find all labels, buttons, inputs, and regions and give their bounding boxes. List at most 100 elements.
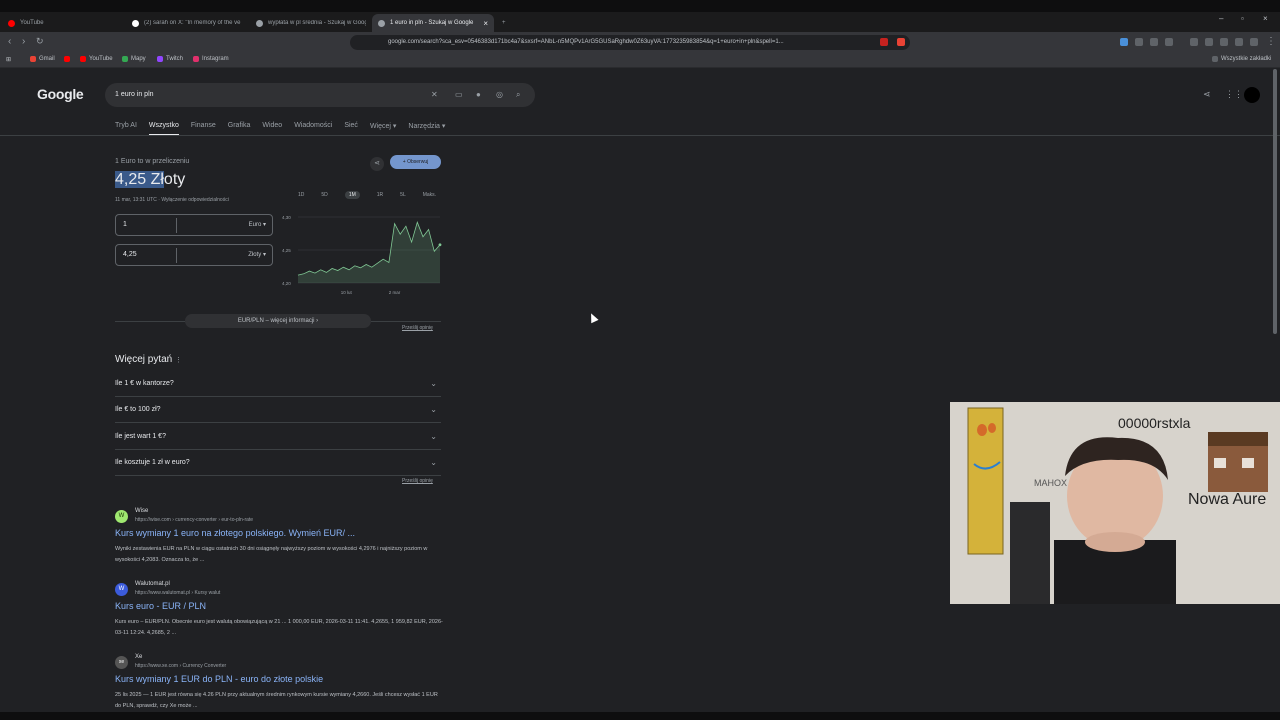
result-title[interactable]: Kurs euro - EUR / PLN	[115, 601, 206, 611]
bookmark-youtube-icon[interactable]	[64, 56, 73, 62]
range-5l[interactable]: 5L	[400, 192, 406, 199]
extension-icon[interactable]	[1235, 38, 1243, 46]
window-bottom-edge	[0, 712, 1280, 720]
result-title[interactable]: Kurs wymiany 1 euro na złotego polskiego…	[115, 528, 355, 538]
tab-all[interactable]: Wszystko	[148, 122, 179, 136]
tab-x[interactable]: (2) sarah on X: "In memory of the ve	[126, 14, 248, 32]
tab-video[interactable]: Wideo	[262, 122, 282, 136]
tab-news[interactable]: Wiadomości	[294, 122, 332, 136]
feedback-link[interactable]: Prześlij opinię	[402, 325, 433, 331]
avatar[interactable]	[1244, 87, 1260, 103]
search-icon[interactable]: ⌕	[516, 83, 520, 107]
from-amount-field[interactable]: 1 Euro ▾	[115, 214, 273, 236]
to-currency-select[interactable]: Złoty ▾	[248, 251, 266, 258]
extension-icon[interactable]	[1150, 38, 1158, 46]
clear-icon[interactable]: ✕	[431, 83, 438, 107]
range-1r[interactable]: 1R	[377, 192, 383, 199]
more-options-icon[interactable]: ⋮	[175, 357, 182, 364]
converted-value: 4,25 Złoty	[115, 171, 186, 188]
result-snippet: Wyniki zestawienia EUR na PLN w ciągu os…	[115, 546, 428, 563]
search-input[interactable]: 1 euro in pln ✕ ▭ ● ◎ ⌕	[105, 83, 535, 107]
close-window-icon[interactable]: ×	[1263, 14, 1268, 23]
result-url[interactable]: https://www.xe.com › Currency Converter	[135, 663, 226, 669]
keyboard-icon[interactable]: ▭	[455, 83, 463, 107]
extension-icon[interactable]	[1120, 38, 1128, 46]
new-tab-button[interactable]: +	[496, 14, 512, 32]
window-top-edge	[0, 0, 1280, 12]
forward-icon[interactable]: ›	[22, 36, 25, 47]
mic-icon[interactable]: ●	[476, 83, 481, 107]
sidepanel-icon[interactable]	[1205, 38, 1213, 46]
minimize-icon[interactable]: –	[1219, 14, 1223, 23]
tab-google-wyplata[interactable]: wypłata w pl średnia - Szukaj w Goog	[250, 14, 372, 32]
result-title[interactable]: Kurs wymiany 1 EUR do PLN - euro do złot…	[115, 674, 323, 684]
lens-icon[interactable]: ◎	[496, 83, 503, 107]
series-area	[298, 222, 440, 283]
range-1m[interactable]: 1M	[344, 191, 360, 199]
media-icon[interactable]	[1190, 38, 1198, 46]
google-favicon-icon	[378, 19, 385, 27]
bookmark-twitch[interactable]: Twitch	[157, 56, 183, 62]
gmail-icon	[30, 56, 36, 62]
apps-grid-icon[interactable]: ⋮⋮	[1225, 89, 1243, 100]
xe-icon: xe	[115, 656, 128, 669]
share-icon[interactable]: ⋖	[1203, 89, 1211, 100]
address-bar[interactable]: google.com/search?sca_esv=0546383d171bc4…	[350, 35, 910, 50]
bookmark-gmail[interactable]: Gmail	[30, 56, 55, 62]
range-1d[interactable]: 1D	[298, 192, 304, 199]
google-logo[interactable]: Google	[37, 86, 84, 102]
range-max[interactable]: Maks.	[423, 192, 436, 199]
extension-icon[interactable]	[1220, 38, 1228, 46]
from-currency-select[interactable]: Euro ▾	[249, 221, 266, 228]
bookmarks-bar: ⊞ Gmail YouTube Mapy Twitch Instagram Ws…	[0, 52, 1280, 68]
tab-finance[interactable]: Finanse	[191, 122, 216, 136]
maximize-icon[interactable]: ▫	[1241, 14, 1244, 23]
tab-google-active[interactable]: 1 euro in pln - Szukaj w Google ×	[372, 14, 494, 32]
youtube-icon	[80, 56, 86, 62]
search-nav: Tryb AI Wszystko Finanse Grafika Wideo W…	[115, 122, 457, 136]
feedback-link[interactable]: Prześlij opinię	[402, 478, 433, 484]
wall-text: Nowa Aure	[1188, 491, 1266, 508]
menu-icon[interactable]: ⋮	[1266, 36, 1276, 47]
bookmark-instagram[interactable]: Instagram	[193, 56, 229, 62]
reload-icon[interactable]: ↻	[36, 36, 44, 47]
close-tab-icon[interactable]: ×	[483, 19, 488, 28]
back-icon[interactable]: ‹	[8, 36, 11, 47]
y-tick-label: 4,30	[282, 215, 291, 220]
extension-icon[interactable]	[1165, 38, 1173, 46]
range-5d[interactable]: 5D	[321, 192, 327, 199]
y-tick-label: 4,25	[282, 248, 291, 253]
extension-icon[interactable]	[1135, 38, 1143, 46]
follow-button[interactable]: + Obserwuj	[390, 155, 441, 169]
to-amount-field[interactable]: 4,25 Złoty ▾	[115, 244, 273, 266]
rate-chart[interactable]: 4,30 4,25 4,20 10 lut 2 mar	[280, 213, 445, 303]
tab-tools[interactable]: Narzędzia ▾	[408, 122, 445, 136]
tab-youtube[interactable]: YouTube	[2, 14, 124, 32]
share-button[interactable]: ⋖	[370, 157, 384, 171]
paa-question[interactable]: Ile kosztuje 1 zł w euro? ⌄	[115, 450, 441, 476]
scrollbar[interactable]	[1273, 69, 1277, 334]
all-bookmarks[interactable]: Wszystkie zakładki	[1212, 56, 1271, 62]
tab-ai-mode[interactable]: Tryb AI	[115, 122, 137, 136]
maps-icon	[122, 56, 128, 62]
result-url[interactable]: https://wise.com › currency-converter › …	[135, 517, 253, 523]
last-point	[438, 243, 442, 247]
paa-question[interactable]: Ile € to 100 zł? ⌄	[115, 397, 441, 423]
tab-images[interactable]: Grafika	[228, 122, 251, 136]
profile-icon[interactable]	[1250, 38, 1258, 46]
extension-icon[interactable]	[897, 38, 905, 46]
bookmark-mapy[interactable]: Mapy	[122, 56, 146, 62]
field-divider	[176, 218, 177, 233]
paa-question[interactable]: Ile jest wart 1 €? ⌄	[115, 424, 441, 450]
x-tick-label: 10 lut	[341, 290, 353, 295]
bookmark-youtube[interactable]: YouTube	[80, 56, 113, 62]
tab-more[interactable]: Więcej ▾	[370, 122, 396, 136]
apps-icon[interactable]: ⊞	[6, 56, 11, 63]
result-url[interactable]: https://www.walutomat.pl › Kursy walut	[135, 590, 220, 596]
paa-question[interactable]: Ile 1 € w kantorze? ⌄	[115, 371, 441, 397]
extension-icon[interactable]	[880, 38, 888, 46]
tab-web[interactable]: Sieć	[344, 122, 358, 136]
converter-label: 1 Euro to w przeliczeniu	[115, 158, 190, 165]
google-favicon-icon	[256, 19, 263, 27]
more-info-button[interactable]: EUR/PLN – więcej informacji ›	[185, 314, 371, 328]
